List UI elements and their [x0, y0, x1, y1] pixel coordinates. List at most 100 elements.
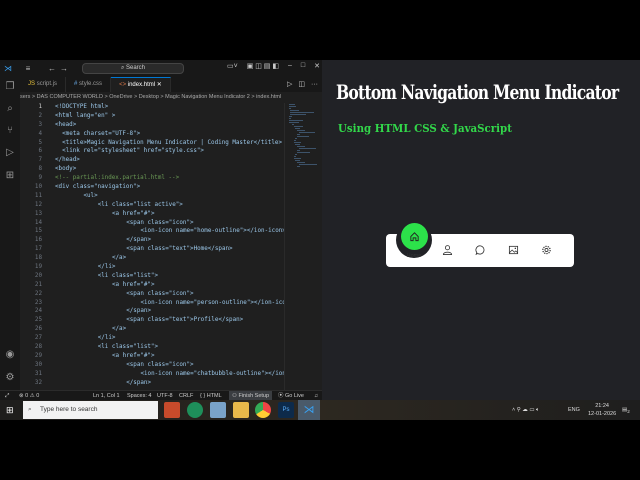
- code-text: <ul>: [83, 192, 98, 199]
- code-line[interactable]: 27 </li>: [20, 334, 284, 343]
- line-ending[interactable]: CRLF: [179, 391, 193, 400]
- code-line[interactable]: 29 <a href="#">: [20, 352, 284, 361]
- tab-script-js[interactable]: JS script.js: [20, 77, 67, 92]
- close-tab-icon[interactable]: ✕: [157, 82, 162, 88]
- tab-style-css[interactable]: # style.css: [66, 77, 112, 92]
- code-line[interactable]: 23 <ion-icon name="person-outline"></ion-…: [20, 299, 284, 308]
- layout-icon[interactable]: ▣ ◫ ▤ ◧: [247, 62, 279, 70]
- maximize-button[interactable]: □: [301, 62, 305, 70]
- nav-item-settings[interactable]: [536, 243, 556, 261]
- remote-icon[interactable]: ⤢: [5, 391, 9, 400]
- notifications-bell-icon[interactable]: ♫: [314, 391, 318, 400]
- tray-icons[interactable]: ˄ ⚲ ☁ ▭ 🔈︎: [512, 400, 539, 420]
- finish-setup-button[interactable]: ⚇ Finish Setup: [229, 391, 273, 400]
- code-line[interactable]: 26 </a>: [20, 325, 284, 334]
- run-debug-icon[interactable]: ▷: [4, 147, 16, 159]
- account-icon[interactable]: ◉: [4, 349, 16, 361]
- code-line[interactable]: 25 <span class="text">Profile</span>: [20, 316, 284, 325]
- code-line[interactable]: 7 </head>: [20, 156, 284, 165]
- minimap-line: [298, 132, 315, 133]
- line-number: 10: [34, 184, 42, 191]
- command-search[interactable]: ⌕ Search: [82, 63, 184, 74]
- minimap-line: [297, 134, 300, 135]
- search-icon[interactable]: ⌕: [4, 103, 16, 115]
- code-line[interactable]: 20 <li class="list">: [20, 272, 284, 281]
- minimap-line: [289, 106, 296, 107]
- minimap-line: [289, 122, 299, 123]
- encoding[interactable]: UTF-8: [157, 391, 173, 400]
- problems-indicator[interactable]: ⊗ 0 ⚠ 0: [19, 391, 39, 400]
- cursor-position[interactable]: Ln 1, Col 1: [93, 391, 120, 400]
- code-line[interactable]: 3 <head>: [20, 121, 284, 130]
- language-mode[interactable]: { } HTML: [200, 391, 222, 400]
- code-line[interactable]: 22 <span class="icon">: [20, 290, 284, 299]
- taskbar-search[interactable]: ⌕ Type here to search: [23, 401, 158, 419]
- taskbar-app-icon[interactable]: [187, 402, 203, 418]
- back-icon[interactable]: ←: [46, 64, 58, 73]
- home-icon: [410, 232, 419, 242]
- nav-item-messages[interactable]: [470, 243, 490, 261]
- breadcrumb[interactable]: Users > DAS COMPUTER WORLD > OneDrive > …: [20, 92, 322, 102]
- code-text: <link rel="stylesheet" href="style.css">: [62, 148, 204, 155]
- code-line[interactable]: 13 <a href="#">: [20, 210, 284, 219]
- input-language[interactable]: ENG: [568, 400, 580, 420]
- code-line[interactable]: 14 <span class="icon">: [20, 219, 284, 228]
- source-control-icon[interactable]: ⑂: [4, 125, 16, 137]
- split-editor-icon[interactable]: ◫: [298, 77, 305, 92]
- code-line[interactable]: 28 <li class="list">: [20, 343, 284, 352]
- code-line[interactable]: 18 </a>: [20, 254, 284, 263]
- code-line[interactable]: 11 <ul>: [20, 192, 284, 201]
- code-line[interactable]: 2 <html lang="en" >: [20, 112, 284, 121]
- go-live-button[interactable]: ⦿ Go Live: [278, 391, 304, 400]
- code-text: <body>: [55, 166, 77, 173]
- nav-item-profile[interactable]: [437, 243, 457, 261]
- run-icon[interactable]: ▷: [287, 77, 292, 92]
- clock[interactable]: 21:24 12-01-2026: [588, 402, 616, 418]
- code-line[interactable]: 19 </li>: [20, 263, 284, 272]
- nav-item-home[interactable]: [401, 223, 428, 250]
- code-line[interactable]: 17 <span class="text">Home</span>: [20, 245, 284, 254]
- code-line[interactable]: 16 </span>: [20, 236, 284, 245]
- search-placeholder: Type here to search: [40, 406, 98, 413]
- settings-gear-icon[interactable]: ⚙: [4, 372, 16, 384]
- code-line[interactable]: 12 <li class="list active">: [20, 201, 284, 210]
- file-explorer-icon[interactable]: [233, 402, 249, 418]
- code-line[interactable]: 8 <body>: [20, 165, 284, 174]
- code-line[interactable]: 24 </span>: [20, 307, 284, 316]
- minimap-line: [289, 114, 306, 115]
- more-actions-icon[interactable]: ···: [311, 77, 318, 92]
- code-line[interactable]: 32 </span>: [20, 379, 284, 388]
- minimap[interactable]: [284, 103, 322, 390]
- code-line[interactable]: 1 <!DOCTYPE html>: [20, 103, 284, 112]
- indentation[interactable]: Spaces: 4: [127, 391, 151, 400]
- taskbar-app-icon[interactable]: [164, 402, 180, 418]
- code-editor[interactable]: 1 <!DOCTYPE html> 2 <html lang="en" > 3 <head…: [20, 103, 284, 390]
- forward-icon[interactable]: →: [58, 64, 70, 73]
- code-line[interactable]: 21 <a href="#">: [20, 281, 284, 290]
- code-line[interactable]: 9 <!-- partial:index.partial.html -->: [20, 174, 284, 183]
- tab-index-html[interactable]: <> index.html ✕: [111, 77, 171, 92]
- copilot-icon[interactable]: ▭˅: [227, 62, 238, 70]
- extensions-icon[interactable]: ⊞: [4, 170, 16, 182]
- code-text: <ion-icon name="home-outline"></ion-icon…: [140, 228, 284, 235]
- vscode-taskbar-icon[interactable]: ⋊: [298, 400, 320, 420]
- nav-item-photos[interactable]: [503, 243, 523, 261]
- code-line[interactable]: 5 <title>Magic Navigation Menu Indicator …: [20, 139, 284, 148]
- chrome-icon[interactable]: [255, 402, 271, 418]
- close-button[interactable]: ✕: [314, 62, 320, 70]
- code-line[interactable]: 15 <ion-icon name="home-outline"></ion-ic…: [20, 227, 284, 236]
- notification-center[interactable]: ▤2: [622, 400, 630, 422]
- start-button[interactable]: ⊞: [6, 405, 14, 415]
- photoshop-icon[interactable]: Ps: [278, 402, 294, 418]
- code-line[interactable]: 30 <span class="icon">: [20, 361, 284, 370]
- code-line[interactable]: 4 <meta charset="UTF-8">: [20, 130, 284, 139]
- code-line[interactable]: 6 <link rel="stylesheet" href="style.css"…: [20, 147, 284, 156]
- taskbar-app-icon[interactable]: [210, 402, 226, 418]
- code-text: <li class="list">: [97, 272, 159, 279]
- code-line[interactable]: 10 <div class="navigation">: [20, 183, 284, 192]
- minimize-button[interactable]: –: [288, 62, 292, 70]
- explorer-icon[interactable]: ❐: [4, 81, 16, 93]
- code-line[interactable]: 31 <ion-icon name="chatbubble-outline"></…: [20, 370, 284, 379]
- menu-icon[interactable]: ≡: [22, 64, 34, 73]
- code-text: <span class="text">Profile</span>: [126, 317, 244, 324]
